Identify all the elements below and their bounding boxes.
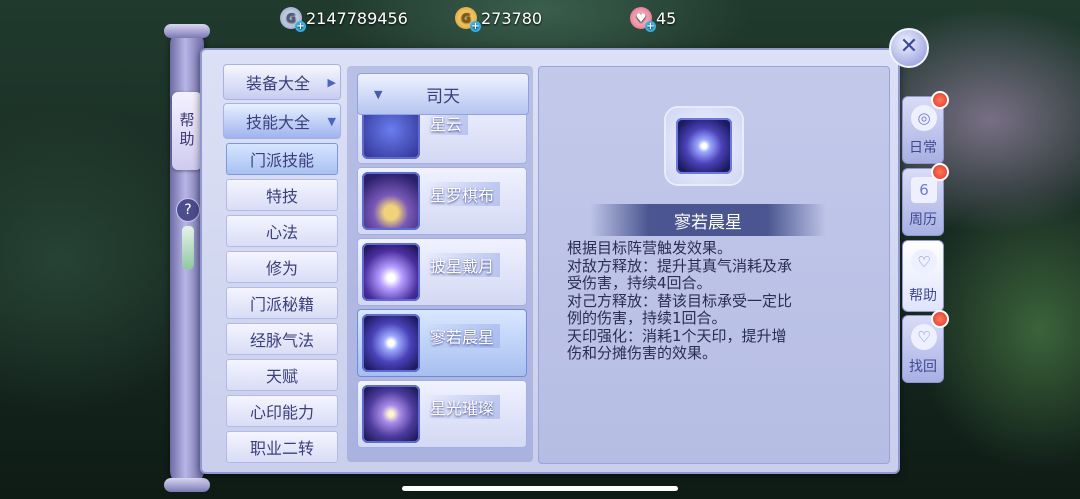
daily-icon: ◎: [911, 105, 937, 131]
close-button[interactable]: ✕: [889, 28, 929, 68]
category-label: 装备大全: [246, 74, 311, 93]
starlight-skill-icon: [362, 385, 420, 443]
description-line: 对己方释放：替该目标承受一定比: [567, 291, 793, 310]
currency-diamond[interactable]: G + 2147789456: [280, 6, 408, 32]
help-heart-icon: ♡: [911, 249, 937, 275]
selected-skill-icon: [666, 108, 742, 184]
add-icon[interactable]: +: [295, 21, 306, 32]
heart-coin-icon: ♥ +: [630, 7, 656, 32]
description-line: 天印强化：消耗1个天印，提升增: [567, 326, 787, 345]
chevron-down-icon: ▼: [374, 87, 383, 101]
menu-item-faction-secrets[interactable]: 门派秘籍: [226, 287, 338, 319]
skill-name: 星罗棋布: [424, 182, 501, 206]
question-icon[interactable]: ?: [176, 198, 200, 222]
help-scroll-tab[interactable]: 帮助: [172, 92, 202, 170]
diamond-g-icon: G +: [280, 7, 306, 32]
menu-item-class-transfer[interactable]: 职业二转: [226, 431, 338, 463]
scroll-cap-bottom: [164, 478, 210, 492]
chevron-right-icon: ▶: [327, 75, 336, 89]
skill-name: 寥若晨星: [424, 324, 501, 348]
tab-calendar[interactable]: 6 周历: [902, 163, 949, 236]
menu-item-talent[interactable]: 天赋: [226, 359, 338, 391]
description-line: 例的伤害，持续1回合。: [567, 309, 727, 327]
menu-item-cultivation[interactable]: 修为: [226, 251, 338, 283]
notification-dot: [931, 91, 949, 109]
star-moon-skill-icon: [362, 243, 420, 301]
tab-label: 帮助: [909, 288, 937, 304]
scroll-cap-top: [164, 24, 210, 38]
tab-retrieve[interactable]: ♡ 找回: [902, 310, 949, 383]
menu-item-stunts[interactable]: 特技: [226, 179, 338, 211]
faction-dropdown[interactable]: ▼ 司天: [357, 73, 529, 115]
tab-daily[interactable]: ◎ 日常: [902, 91, 949, 164]
skill-title: 寥若晨星: [590, 204, 826, 236]
description-line: 受伤害，持续4回合。: [567, 274, 712, 292]
skill-name: 披星戴月: [424, 253, 501, 277]
skill-item[interactable]: 星光璀璨: [357, 380, 527, 448]
skill-item[interactable]: 星罗棋布: [357, 167, 527, 235]
jade-tassel-icon: [182, 226, 194, 270]
faction-label: 司天: [426, 86, 460, 107]
gold-coin-icon: G +: [455, 7, 481, 32]
menu-item-meridian[interactable]: 经脉气法: [226, 323, 338, 355]
menu-item-mind-method[interactable]: 心法: [226, 215, 338, 247]
skill-description: 根据目标阵营触发效果。 对敌方释放：提升其真气消耗及承 受伤害，持续4回合。 对…: [567, 239, 867, 363]
calendar-icon: 6: [911, 177, 937, 203]
star-chess-skill-icon: [362, 172, 420, 230]
heart-amount: 45: [656, 8, 677, 28]
tab-label: 日常: [909, 140, 937, 156]
notification-dot: [931, 163, 949, 181]
menu-item-heart-seal[interactable]: 心印能力: [226, 395, 338, 427]
morning-star-skill-icon: [362, 314, 420, 372]
skill-item[interactable]: 披星戴月: [357, 238, 527, 306]
skill-item-selected[interactable]: 寥若晨星: [357, 309, 527, 377]
chevron-down-icon: ▼: [327, 114, 336, 128]
gold-amount: 273780: [481, 8, 543, 28]
diamond-amount: 2147789456: [306, 8, 408, 28]
retrieve-heart-icon: ♡: [911, 324, 937, 350]
category-skills[interactable]: 技能大全 ▼: [223, 103, 341, 139]
add-icon[interactable]: +: [645, 21, 656, 32]
currency-gold[interactable]: G + 273780: [455, 6, 543, 32]
category-equipment[interactable]: 装备大全 ▶: [223, 64, 341, 100]
description-line: 伤和分摊伤害的效果。: [567, 344, 718, 362]
tab-label: 找回: [909, 359, 937, 375]
currency-heart[interactable]: ♥ + 45: [630, 6, 677, 32]
skill-name: 星光璀璨: [424, 395, 501, 419]
tab-label: 周历: [909, 212, 937, 228]
menu-item-faction-skills[interactable]: 门派技能: [226, 143, 338, 175]
home-indicator[interactable]: [402, 486, 678, 491]
add-icon[interactable]: +: [470, 21, 481, 32]
description-line: 根据目标阵营触发效果。: [567, 239, 733, 257]
notification-dot: [931, 310, 949, 328]
description-line: 对敌方释放：提升其真气消耗及承: [567, 256, 793, 275]
category-label: 技能大全: [246, 113, 311, 132]
tab-help[interactable]: ♡ 帮助: [902, 240, 944, 312]
